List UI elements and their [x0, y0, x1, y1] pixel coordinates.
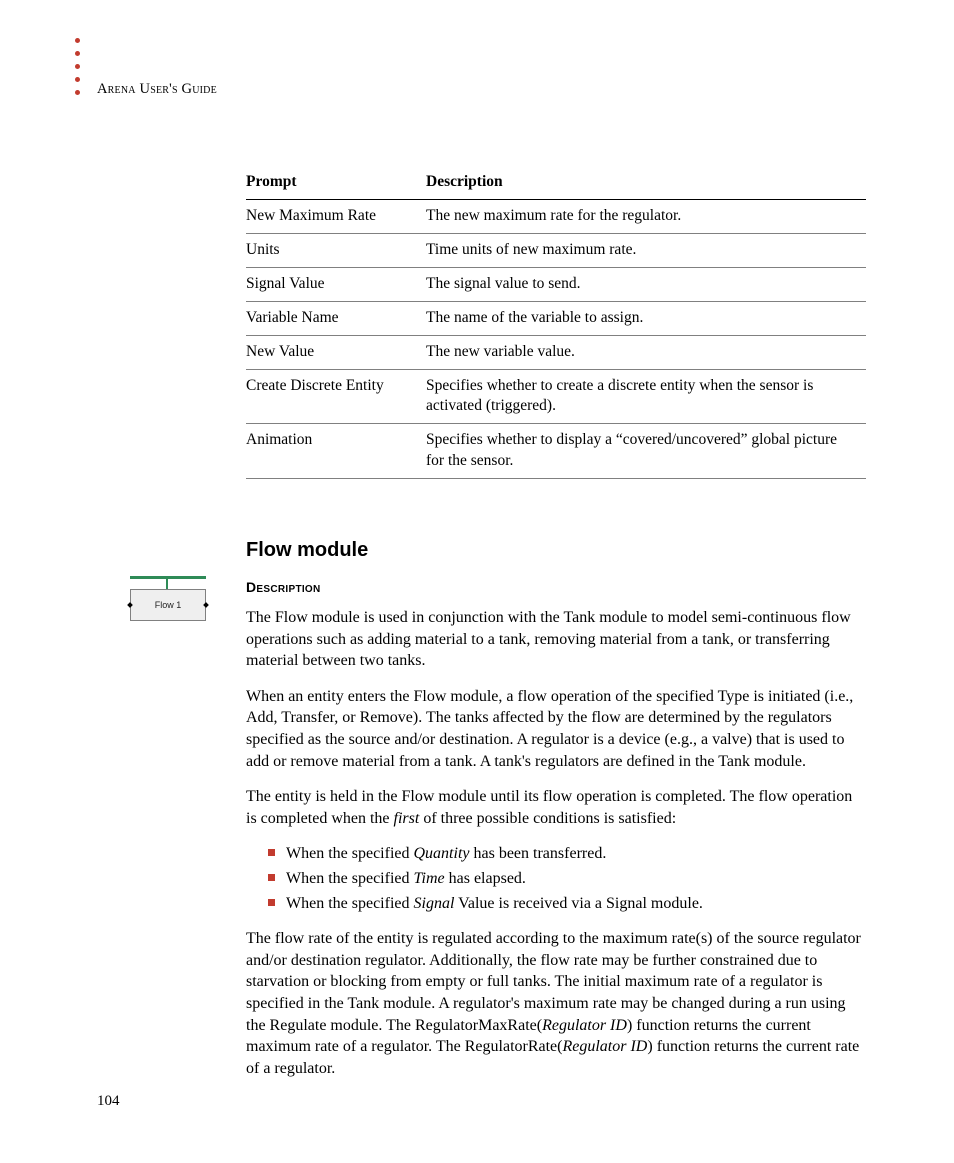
description-subhead: Description: [246, 578, 866, 597]
page-number: 104: [97, 1091, 120, 1111]
cell-prompt: New Value: [246, 335, 426, 369]
cell-desc: The name of the variable to assign.: [426, 301, 866, 335]
table-row: Animation Specifies whether to display a…: [246, 424, 866, 479]
list-item: When the specified Signal Value is recei…: [268, 893, 866, 915]
paragraph: The Flow module is used in conjunction w…: [246, 607, 866, 672]
prompt-description-table: Prompt Description New Maximum Rate The …: [246, 166, 866, 479]
cell-prompt: Variable Name: [246, 301, 426, 335]
cell-prompt: Units: [246, 233, 426, 267]
margin-dots: [75, 38, 80, 95]
table-row: New Maximum Rate The new maximum rate fo…: [246, 199, 866, 233]
cell-prompt: New Maximum Rate: [246, 199, 426, 233]
flow-module-icon: Flow 1: [130, 576, 206, 621]
table-row: Create Discrete Entity Specifies whether…: [246, 369, 866, 424]
section-title: Flow module: [246, 537, 866, 564]
cell-desc: Time units of new maximum rate.: [426, 233, 866, 267]
table-header-prompt: Prompt: [246, 166, 426, 199]
running-head-text: Arena User's Guide: [97, 81, 217, 97]
cell-prompt: Animation: [246, 424, 426, 479]
conditions-list: When the specified Quantity has been tra…: [246, 843, 866, 914]
cell-desc: Specifies whether to create a discrete e…: [426, 369, 866, 424]
content-column: Prompt Description New Maximum Rate The …: [246, 166, 866, 1093]
list-item: When the specified Time has elapsed.: [268, 868, 866, 890]
table-row: Signal Value The signal value to send.: [246, 267, 866, 301]
list-item: When the specified Quantity has been tra…: [268, 843, 866, 865]
cell-prompt: Create Discrete Entity: [246, 369, 426, 424]
table-row: New Value The new variable value.: [246, 335, 866, 369]
paragraph: The entity is held in the Flow module un…: [246, 786, 866, 829]
table-row: Variable Name The name of the variable t…: [246, 301, 866, 335]
paragraph: The flow rate of the entity is regulated…: [246, 928, 866, 1079]
cell-prompt: Signal Value: [246, 267, 426, 301]
cell-desc: The new maximum rate for the regulator.: [426, 199, 866, 233]
cell-desc: The new variable value.: [426, 335, 866, 369]
table-row: Units Time units of new maximum rate.: [246, 233, 866, 267]
module-icon-label: Flow 1: [155, 599, 182, 611]
cell-desc: The signal value to send.: [426, 267, 866, 301]
paragraph: When an entity enters the Flow module, a…: [246, 686, 866, 772]
running-head: Arena User's Guide: [97, 80, 217, 100]
cell-desc: Specifies whether to display a “covered/…: [426, 424, 866, 479]
table-header-description: Description: [426, 166, 866, 199]
